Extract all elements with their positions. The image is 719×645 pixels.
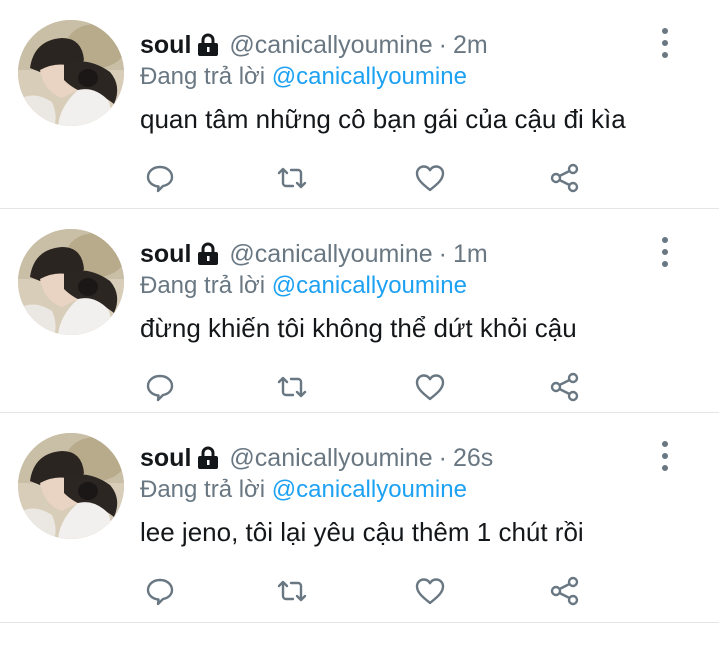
tweet-item[interactable]: soul @canicallyoumine · 26s Đang trả lời…: [0, 413, 719, 623]
reply-context: Đang trả lời @canicallyoumine: [140, 60, 467, 94]
timestamp[interactable]: 1m: [453, 237, 488, 271]
user-handle[interactable]: @canicallyoumine: [229, 441, 432, 475]
reply-icon: [146, 374, 174, 402]
retweet-button[interactable]: [272, 367, 312, 407]
tweet-actions: [140, 158, 600, 198]
lock-icon: [197, 445, 219, 469]
like-button[interactable]: [410, 571, 450, 611]
avatar[interactable]: [18, 229, 124, 335]
share-button[interactable]: [545, 571, 585, 611]
separator-dot: ·: [438, 31, 447, 59]
share-icon: [550, 372, 579, 402]
tweet-actions: [140, 367, 600, 407]
tweet-actions: [140, 571, 600, 611]
heart-icon: [415, 578, 445, 605]
tweet-text: đừng khiến tôi không thể dứt khỏi cậu: [140, 313, 577, 343]
share-icon: [550, 576, 579, 606]
reply-button[interactable]: [140, 571, 180, 611]
avatar[interactable]: [18, 433, 124, 539]
retweet-icon: [277, 580, 307, 602]
reply-mention[interactable]: @canicallyoumine: [272, 63, 467, 90]
timestamp[interactable]: 26s: [453, 441, 493, 475]
separator-dot: ·: [438, 240, 447, 268]
display-name[interactable]: soul: [140, 441, 191, 475]
tweet-text: quan tâm những cô bạn gái của cậu đi kìa: [140, 104, 626, 134]
tweet-text: lee jeno, tôi lại yêu cậu thêm 1 chút rồ…: [140, 517, 584, 547]
like-button[interactable]: [410, 158, 450, 198]
lock-icon: [197, 32, 219, 56]
reply-icon: [146, 578, 174, 606]
separator-dot: ·: [438, 444, 447, 472]
lock-icon: [197, 241, 219, 265]
share-button[interactable]: [545, 158, 585, 198]
retweet-button[interactable]: [272, 158, 312, 198]
retweet-icon: [277, 167, 307, 189]
share-icon: [550, 163, 579, 193]
reply-button[interactable]: [140, 158, 180, 198]
reply-prefix: Đang trả lời: [140, 476, 266, 503]
more-vertical-icon[interactable]: [655, 28, 675, 58]
tweet-header: soul @canicallyoumine · 2m: [140, 28, 659, 62]
reply-button[interactable]: [140, 367, 180, 407]
display-name[interactable]: soul: [140, 237, 191, 271]
timestamp[interactable]: 2m: [453, 28, 488, 62]
reply-prefix: Đang trả lời: [140, 272, 266, 299]
heart-icon: [415, 165, 445, 192]
retweet-icon: [277, 376, 307, 398]
user-handle[interactable]: @canicallyoumine: [229, 237, 432, 271]
tweet-header: soul @canicallyoumine · 1m: [140, 237, 659, 271]
heart-icon: [415, 374, 445, 401]
tweet-feed: soul @canicallyoumine · 2m Đang trả lời …: [0, 0, 719, 623]
tweet-item[interactable]: soul @canicallyoumine · 1m Đang trả lời …: [0, 209, 719, 413]
avatar[interactable]: [18, 20, 124, 126]
share-button[interactable]: [545, 367, 585, 407]
retweet-button[interactable]: [272, 571, 312, 611]
reply-context: Đang trả lời @canicallyoumine: [140, 269, 467, 303]
reply-icon: [146, 165, 174, 193]
more-vertical-icon[interactable]: [655, 237, 675, 267]
reply-context: Đang trả lời @canicallyoumine: [140, 473, 467, 507]
user-handle[interactable]: @canicallyoumine: [229, 28, 432, 62]
more-vertical-icon[interactable]: [655, 441, 675, 471]
display-name[interactable]: soul: [140, 28, 191, 62]
reply-mention[interactable]: @canicallyoumine: [272, 272, 467, 299]
tweet-header: soul @canicallyoumine · 26s: [140, 441, 659, 475]
tweet-item[interactable]: soul @canicallyoumine · 2m Đang trả lời …: [0, 0, 719, 209]
reply-prefix: Đang trả lời: [140, 63, 266, 90]
reply-mention[interactable]: @canicallyoumine: [272, 476, 467, 503]
like-button[interactable]: [410, 367, 450, 407]
